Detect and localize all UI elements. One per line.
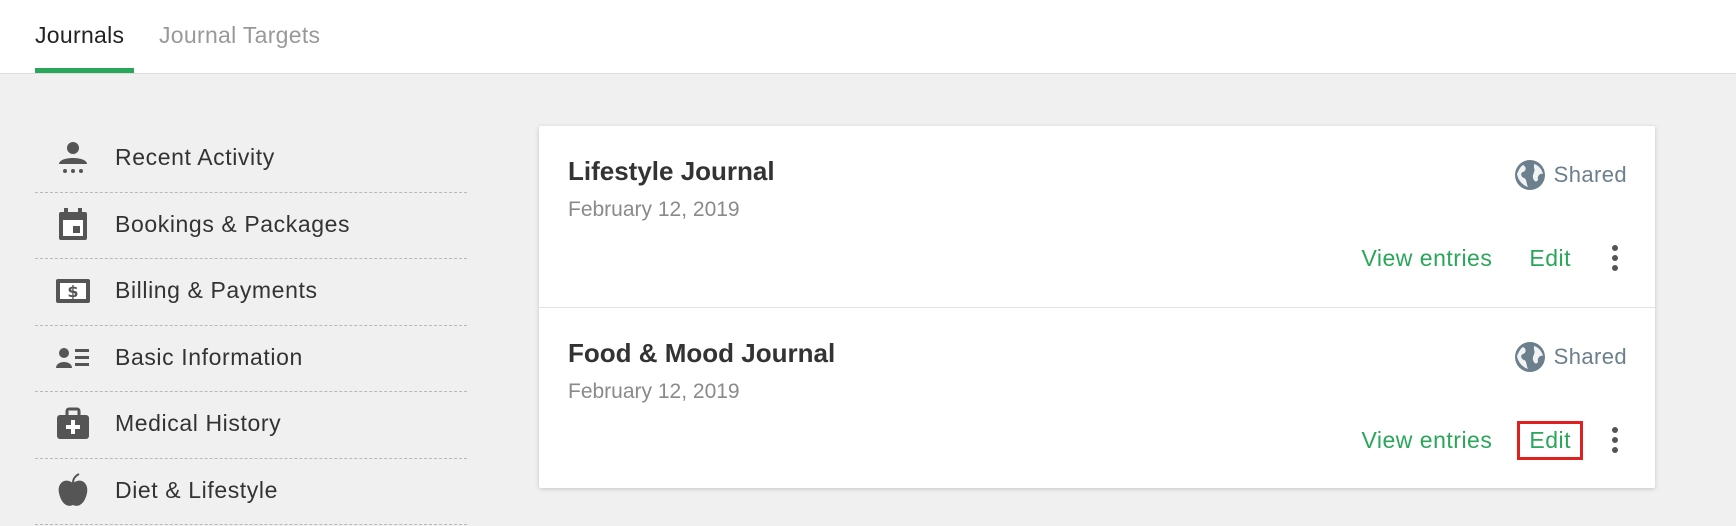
shared-status: Shared bbox=[1514, 158, 1627, 192]
tab-journals[interactable]: Journals bbox=[35, 22, 124, 49]
apple-icon bbox=[58, 472, 88, 506]
sidebar-item-diet-lifestyle[interactable]: Diet & Lifestyle bbox=[35, 459, 467, 525]
journal-date: February 12, 2019 bbox=[568, 198, 740, 221]
journal-title: Food & Mood Journal bbox=[568, 338, 836, 368]
view-entries-link[interactable]: View entries bbox=[1361, 427, 1492, 454]
sidebar-item-label: Billing & Payments bbox=[115, 277, 318, 303]
sidebar-item-basic-information[interactable]: Basic Information bbox=[35, 326, 467, 392]
medical-kit-icon bbox=[57, 407, 89, 439]
shared-status: Shared bbox=[1514, 340, 1627, 374]
sidebar-item-label: Recent Activity bbox=[115, 144, 275, 170]
journal-card: Lifestyle Journal February 12, 2019 Shar… bbox=[539, 126, 1655, 307]
journal-date: February 12, 2019 bbox=[568, 380, 740, 403]
sidebar-item-label: Basic Information bbox=[115, 343, 303, 370]
contact-list-icon bbox=[56, 347, 89, 368]
top-tab-bar: Journals Journal Targets bbox=[0, 0, 1736, 74]
sidebar-item-recent-activity[interactable]: Recent Activity bbox=[35, 126, 467, 193]
more-options-icon[interactable] bbox=[1603, 424, 1627, 456]
shared-label: Shared bbox=[1553, 344, 1627, 369]
journal-card: Food & Mood Journal February 12, 2019 Sh… bbox=[539, 307, 1655, 488]
journal-title: Lifestyle Journal bbox=[568, 156, 775, 186]
globe-icon bbox=[1514, 342, 1545, 372]
journal-actions: View entries Edit bbox=[1361, 238, 1627, 278]
shared-label: Shared bbox=[1553, 162, 1627, 187]
edit-link[interactable]: Edit bbox=[1517, 420, 1583, 460]
journal-list: Lifestyle Journal February 12, 2019 Shar… bbox=[539, 126, 1655, 488]
tab-journal-targets[interactable]: Journal Targets bbox=[159, 22, 320, 49]
sidebar-nav: Recent Activity Bookings & Packages $ Bi… bbox=[35, 126, 467, 525]
active-tab-indicator bbox=[35, 68, 134, 73]
calendar-icon bbox=[59, 207, 87, 240]
sidebar-item-label: Medical History bbox=[115, 410, 282, 436]
person-activity-icon bbox=[59, 142, 87, 173]
svg-text:$: $ bbox=[67, 282, 78, 301]
dollar-bill-icon: $ bbox=[56, 279, 90, 303]
view-entries-link[interactable]: View entries bbox=[1361, 245, 1492, 272]
sidebar-item-billing[interactable]: $ Billing & Payments bbox=[35, 259, 467, 326]
sidebar-item-bookings[interactable]: Bookings & Packages bbox=[35, 193, 467, 259]
globe-icon bbox=[1514, 160, 1545, 190]
more-options-icon[interactable] bbox=[1603, 242, 1627, 274]
journal-actions: View entries Edit bbox=[1361, 420, 1627, 460]
sidebar-item-medical-history[interactable]: Medical History bbox=[35, 392, 467, 459]
edit-link[interactable]: Edit bbox=[1519, 241, 1581, 276]
sidebar-item-label: Bookings & Packages bbox=[115, 210, 351, 237]
sidebar-item-label: Diet & Lifestyle bbox=[115, 476, 278, 503]
